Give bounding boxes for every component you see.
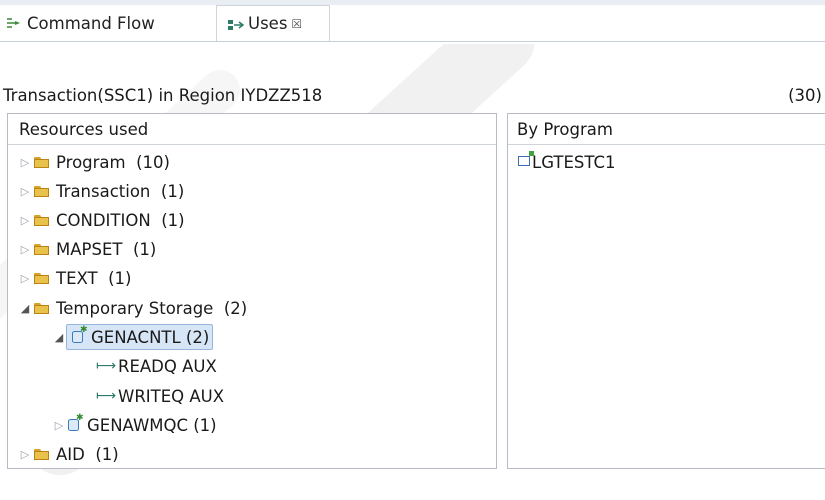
- tree-item-genacntl[interactable]: ◢ GENACNTL (2): [52, 323, 214, 351]
- expand-arrow-icon[interactable]: ▷: [18, 243, 32, 256]
- folder-icon: [34, 214, 50, 226]
- collapse-arrow-icon[interactable]: ◢: [52, 331, 66, 344]
- collapse-arrow-icon[interactable]: ◢: [18, 302, 32, 315]
- folder-icon: [34, 448, 50, 460]
- uses-icon: [227, 17, 245, 31]
- tab-command-flow[interactable]: Command Flow: [6, 5, 216, 41]
- tree-item-condition[interactable]: ▷ CONDITION (1): [18, 206, 185, 234]
- total-count: (30): [788, 86, 822, 105]
- tab-command-flow-label: Command Flow: [27, 13, 155, 33]
- view-header: Transaction(SSC1) in Region IYDZZ518 (30…: [0, 82, 825, 108]
- tab-uses[interactable]: Uses ☒: [216, 5, 330, 41]
- by-program-heading: By Program: [508, 114, 825, 145]
- folder-icon: [34, 243, 50, 255]
- expand-arrow-icon[interactable]: ▷: [18, 448, 32, 461]
- tree-item-mapset[interactable]: ▷ MAPSET (1): [18, 235, 157, 263]
- resources-used-heading: Resources used: [8, 114, 496, 145]
- folder-icon: [34, 185, 50, 197]
- close-icon[interactable]: ☒: [291, 17, 302, 31]
- command-link-icon: ⟼: [96, 388, 117, 404]
- expand-arrow-icon[interactable]: ▷: [18, 214, 32, 227]
- folder-icon: [34, 156, 50, 168]
- expand-arrow-icon[interactable]: ▷: [18, 185, 32, 198]
- selected-item-highlight[interactable]: GENACNTL (2): [66, 324, 214, 350]
- command-link-icon: ⟼: [96, 358, 117, 374]
- tree-item-genawmqc[interactable]: ▷ GENAWMQC (1): [52, 411, 217, 439]
- tab-divider: [0, 41, 825, 42]
- tree-item-readq-aux[interactable]: ⟼ READQ AUX: [96, 352, 217, 380]
- queue-icon: [72, 325, 88, 344]
- view-title: Transaction(SSC1) in Region IYDZZ518: [3, 86, 323, 105]
- tree-item-writeq-aux[interactable]: ⟼ WRITEQ AUX: [96, 382, 224, 410]
- tree-item-text[interactable]: ▷ TEXT (1): [18, 264, 132, 292]
- expand-arrow-icon[interactable]: ▷: [18, 272, 32, 285]
- folder-icon: [34, 272, 50, 284]
- command-flow-icon: [6, 16, 22, 30]
- queue-icon: [68, 413, 84, 432]
- tree-item-transaction[interactable]: ▷ Transaction (1): [18, 177, 185, 205]
- program-icon: [518, 151, 534, 166]
- resources-used-pane: Resources used ▷ Program (10) ▷ Transact…: [7, 113, 497, 469]
- tab-uses-label: Uses: [248, 14, 288, 33]
- by-program-pane: By Program LGTESTC1: [507, 113, 825, 469]
- folder-open-icon: [34, 302, 50, 314]
- tree-item-temporary-storage[interactable]: ◢ Temporary Storage (2): [18, 294, 247, 322]
- tab-bar: Command Flow Uses ☒: [0, 0, 825, 44]
- tree-item-program[interactable]: ▷ Program (10): [18, 148, 170, 176]
- expand-arrow-icon[interactable]: ▷: [52, 419, 66, 432]
- expand-arrow-icon[interactable]: ▷: [18, 156, 32, 169]
- tree-item-aid[interactable]: ▷ AID (1): [18, 440, 119, 468]
- program-item-lgtestc1[interactable]: LGTESTC1: [518, 148, 616, 176]
